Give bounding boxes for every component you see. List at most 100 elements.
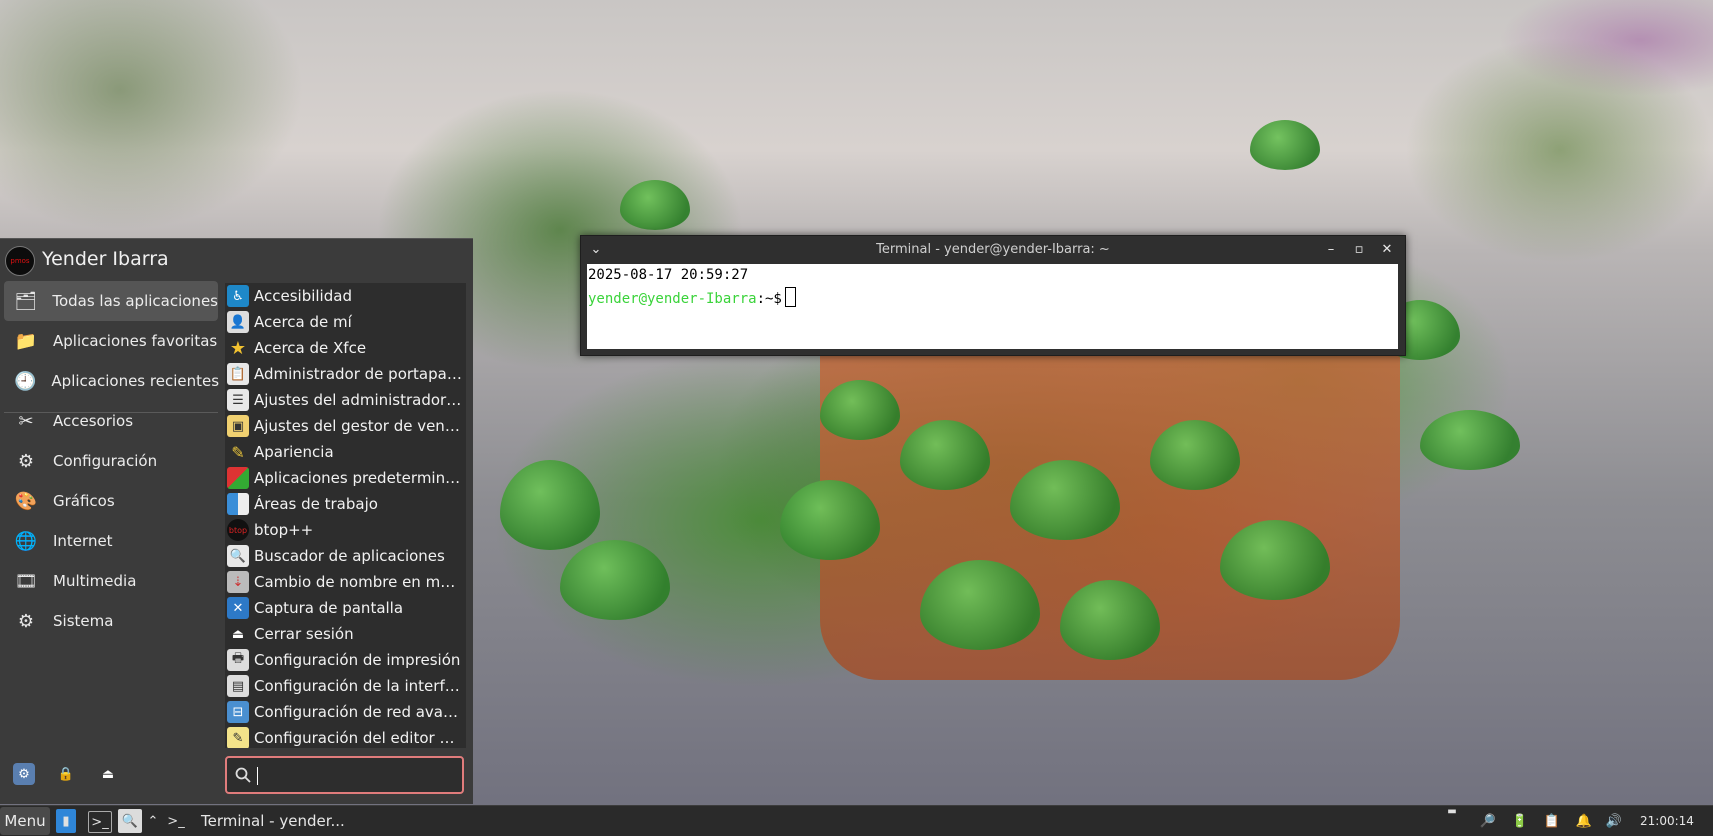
app-label: Accesibilidad [254,287,352,305]
list-item[interactable]: Áreas de trabajo [225,491,466,517]
clipboard-icon: 📋 [227,363,249,385]
list-item[interactable]: 📋 Administrador de portapap… [225,361,466,387]
app-label: Cambio de nombre en masa [254,573,462,591]
list-item[interactable]: btop btop++ [225,517,466,543]
category-recent[interactable]: 🕘 Aplicaciones recientes [4,361,220,401]
list-item[interactable]: ▣ Ajustes del gestor de venta… [225,413,466,439]
list-item[interactable]: ★ Acerca de Xfce [225,335,466,361]
terminal-prompt: yender@yender-Ibarra:~$ [588,287,796,307]
app-label: Ajustes del gestor de venta… [254,417,462,435]
list-item[interactable]: ✎ Apariencia [225,439,466,465]
category-settings[interactable]: ⚙ Configuración [4,441,218,481]
close-button[interactable]: ✕ [1376,239,1398,259]
list-item[interactable]: 🔍 Buscador de aplicaciones [225,543,466,569]
wallpaper-leaf [560,540,670,620]
category-label: Sistema [53,612,114,630]
app-label: Configuración de la interfaz… [254,677,462,695]
tray-battery[interactable]: 🔋 [1508,809,1532,833]
app-label: Configuración del editor de… [254,729,462,747]
list-item[interactable]: ⇣ Cambio de nombre en masa [225,569,466,595]
workspaces-icon [227,493,249,515]
search-box[interactable] [225,756,464,794]
list-item[interactable]: 👤 Acerca de mí [225,309,466,335]
list-item[interactable]: Aplicaciones predetermina… [225,465,466,491]
text-caret [257,767,258,785]
category-internet[interactable]: 🌐 Internet [4,521,218,561]
app-label: Áreas de trabajo [254,495,378,513]
launcher-expand-button[interactable]: ⌃ [145,809,161,833]
category-separator [4,412,218,413]
appearance-icon: ✎ [231,442,245,462]
settings-manager-button[interactable]: ⚙ [13,763,35,785]
application-menu: pmos Yender Ibarra 🗂 Todas las aplicacio… [0,238,473,804]
category-label: Configuración [53,452,158,470]
graphics-icon: 🎨 [14,490,38,512]
btop-icon: btop [227,519,249,541]
logout-icon: ⏏ [231,626,245,642]
clipboard-icon: 📋 [1543,813,1561,829]
list-item[interactable]: ✕ Captura de pantalla [225,595,466,621]
terminal-icon: >_ [91,814,109,830]
about-me-icon: 👤 [227,311,249,333]
category-all-apps[interactable]: 🗂 Todas las aplicaciones [4,281,218,321]
application-list[interactable]: ♿ Accesibilidad 👤 Acerca de mí ★ Acerca … [225,283,466,748]
wallpaper-leaf [1420,410,1520,470]
category-multimedia[interactable]: 🎞 Multimedia [4,561,218,601]
tray-clipboard[interactable]: 📋 [1540,809,1564,833]
search-input[interactable] [257,764,456,788]
lock-screen-button[interactable]: 🔒 [55,763,77,785]
tray-volume[interactable]: 🔊 [1602,809,1626,833]
list-item[interactable]: ✎ Configuración del editor de… [225,725,466,748]
editor-settings-icon: ✎ [227,727,249,748]
task-terminal-label[interactable]: Terminal - yender... [201,812,345,830]
list-item[interactable]: ⏏ Cerrar sesión [225,621,466,647]
task-terminal-icon-wrap[interactable]: >_ [166,809,186,833]
tray-notifications[interactable]: 🔔 [1572,809,1596,833]
menu-button[interactable]: Menu [0,807,50,835]
terminal-titlebar[interactable]: ⌄ Terminal - yender@yender-Ibarra: ~ – ▫… [581,236,1405,263]
list-item[interactable]: ⊟ Configuración de red avanz… [225,699,466,725]
list-item[interactable]: 🖶 Configuración de impresión [225,647,466,673]
menu-actions: ⚙ 🔒 ⏏ [0,754,222,794]
wallpaper-leaf [620,180,690,230]
tray-search[interactable]: 🔎 [1476,809,1500,833]
terminal-line: 2025-08-17 20:59:27 [588,267,749,283]
terminal-launcher[interactable]: >_ [88,811,112,833]
user-avatar[interactable]: pmos [5,246,35,276]
terminal-window[interactable]: ⌄ Terminal - yender@yender-Ibarra: ~ – ▫… [580,235,1406,356]
list-item[interactable]: ▤ Configuración de la interfaz… [225,673,466,699]
category-favorites[interactable]: 📁 Aplicaciones favoritas [4,321,218,361]
list-item[interactable]: ☰ Ajustes del administrador d… [225,387,466,413]
battery-icon: 🔋 [1511,813,1529,829]
magnifier-icon: 🔎 [1479,813,1497,829]
taskbar-panel: Menu ▮ >_ 🔍 ⌃ >_ Terminal - yender... ▬ … [0,805,1713,836]
terminal-icon: >_ [167,813,185,829]
category-label: Aplicaciones recientes [51,372,220,390]
list-item[interactable]: ♿ Accesibilidad [225,283,466,309]
app-label: Acerca de Xfce [254,339,367,357]
category-label: Multimedia [53,572,137,590]
app-finder-launcher[interactable]: 🔍 [118,809,142,833]
user-header: pmos Yender Ibarra [0,239,473,279]
maximize-button[interactable]: ▫ [1348,239,1370,259]
internet-icon: 🌐 [14,530,38,552]
category-graphics[interactable]: 🎨 Gráficos [4,481,218,521]
accessibility-icon: ♿ [227,285,249,307]
category-system[interactable]: ⚙ Sistema [4,601,218,641]
maximize-icon: ▫ [1354,241,1364,257]
app-label: Buscador de aplicaciones [254,547,445,565]
lock-icon: 🔒 [57,766,75,782]
file-manager-launcher[interactable]: ▮ [56,809,76,833]
app-label: Configuración de red avanz… [254,703,462,721]
chevron-up-icon: ⌃ [147,813,159,829]
minimize-button[interactable]: – [1320,239,1342,259]
prompt-path: :~$ [756,291,782,307]
category-label: Internet [53,532,113,550]
tray-handle[interactable]: ▬ [1440,806,1464,817]
app-label: Acerca de mí [254,313,352,331]
terminal-output[interactable]: 2025-08-17 20:59:27 yender@yender-Ibarra… [587,264,1398,349]
logout-button[interactable]: ⏏ [97,763,119,785]
close-icon: ✕ [1381,241,1393,257]
clock[interactable]: 21:00:14 [1640,814,1694,828]
category-accessories[interactable]: ✂ Accesorios [4,401,218,441]
